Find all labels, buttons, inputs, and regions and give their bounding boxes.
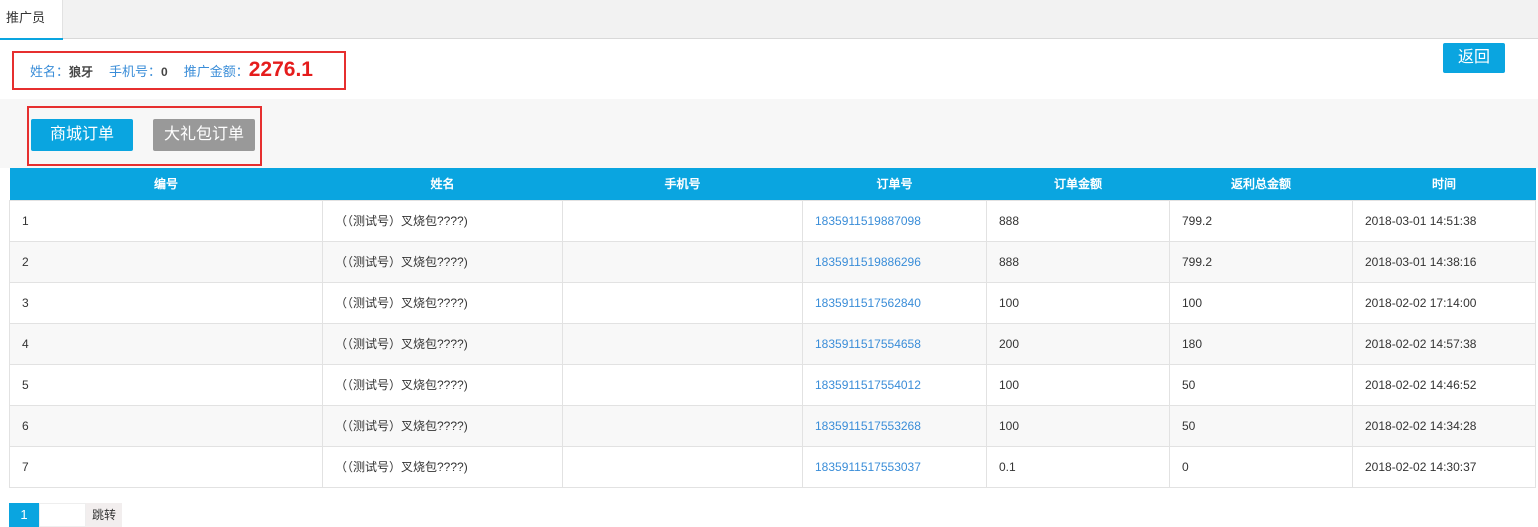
cell-time: 2018-02-02 14:34:28 [1352, 404, 1536, 447]
cell-name: （（测试号）叉烧包????) [322, 445, 563, 488]
cell-rebate-total: 180 [1169, 322, 1353, 365]
cell-phone [562, 281, 803, 324]
table-row: 1 （（测试号）叉烧包????) 1835911519887098 888 79… [9, 199, 1536, 242]
col-header-name: 姓名 [430, 177, 455, 192]
cell-phone [562, 445, 803, 488]
table-row: 3 （（测试号）叉烧包????) 1835911517562840 100 10… [9, 281, 1536, 324]
pagination: 1 跳转 [9, 503, 122, 527]
amount-value: 2276.1 [248, 58, 313, 81]
col-header-order-amount: 订单金额 [1053, 177, 1102, 192]
cell-order-no[interactable]: 1835911517553268 [802, 404, 987, 447]
back-button[interactable]: 返回 [1443, 43, 1505, 73]
table-row: 4 （（测试号）叉烧包????) 1835911517554658 200 18… [9, 322, 1536, 365]
cell-order-amount: 100 [986, 363, 1170, 406]
cell-time: 2018-02-02 14:57:38 [1352, 322, 1536, 365]
cell-id: 5 [9, 363, 323, 406]
amount-label: 推广金额： [183, 64, 249, 79]
tab-promoter[interactable]: 推广员 [0, 0, 63, 40]
cell-id: 4 [9, 322, 323, 365]
cell-name: （（测试号）叉烧包????) [322, 322, 563, 365]
name-label: 姓名： [30, 64, 70, 79]
mall-orders-button[interactable]: 商城订单 [31, 119, 133, 151]
cell-order-no[interactable]: 1835911519886296 [802, 240, 987, 283]
cell-order-amount: 100 [986, 281, 1170, 324]
cell-rebate-total: 0 [1169, 445, 1353, 488]
cell-id: 3 [9, 281, 323, 324]
cell-phone [562, 322, 803, 365]
cell-time: 2018-02-02 14:46:52 [1352, 363, 1536, 406]
cell-phone [562, 404, 803, 447]
cell-name: （（测试号）叉烧包????) [322, 199, 563, 242]
cell-order-no[interactable]: 1835911517554658 [802, 322, 987, 365]
cell-order-no[interactable]: 1835911517554012 [802, 363, 987, 406]
cell-phone [562, 240, 803, 283]
cell-id: 6 [9, 404, 323, 447]
cell-name: （（测试号）叉烧包????) [322, 404, 563, 447]
cell-phone [562, 363, 803, 406]
cell-time: 2018-02-02 14:30:37 [1352, 445, 1536, 488]
cell-id: 7 [9, 445, 323, 488]
tab-bar: 推广员 [0, 0, 1538, 40]
cell-phone [562, 199, 803, 242]
cell-rebate-total: 100 [1169, 281, 1353, 324]
cell-time: 2018-03-01 14:51:38 [1352, 199, 1536, 242]
table-row: 5 （（测试号）叉烧包????) 1835911517554012 100 50… [9, 363, 1536, 406]
cell-name: （（测试号）叉烧包????) [322, 281, 563, 324]
col-header-time: 时间 [1431, 177, 1456, 192]
table-row: 2 （（测试号）叉烧包????) 1835911519886296 888 79… [9, 240, 1536, 283]
cell-order-no[interactable]: 1835911517562840 [802, 281, 987, 324]
cell-id: 2 [9, 240, 323, 283]
col-header-phone: 手机号 [664, 177, 701, 192]
table-row: 7 （（测试号）叉烧包????) 1835911517553037 0.1 0 … [9, 445, 1536, 488]
table-row: 6 （（测试号）叉烧包????) 1835911517553268 100 50… [9, 404, 1536, 447]
cell-rebate-total: 799.2 [1169, 199, 1353, 242]
cell-name: （（测试号）叉烧包????) [322, 240, 563, 283]
cell-order-amount: 100 [986, 404, 1170, 447]
cell-name: （（测试号）叉烧包????) [322, 363, 563, 406]
cell-rebate-total: 50 [1169, 404, 1353, 447]
col-header-order-no: 订单号 [876, 177, 913, 192]
cell-order-amount: 888 [986, 240, 1170, 283]
phone-label: 手机号： [109, 64, 162, 79]
gift-orders-button[interactable]: 大礼包订单 [153, 119, 255, 151]
cell-time: 2018-02-02 17:14:00 [1352, 281, 1536, 324]
col-header-id: 编号 [153, 177, 178, 192]
cell-id: 1 [9, 199, 323, 242]
cell-order-amount: 888 [986, 199, 1170, 242]
phone-value: 0 [161, 65, 168, 79]
cell-rebate-total: 50 [1169, 363, 1353, 406]
name-value: 狼牙 [69, 65, 94, 79]
cell-order-amount: 200 [986, 322, 1170, 365]
table-header-row: 编号 姓名 手机号 订单号 订单金额 返利总金额 时间 [9, 168, 1536, 200]
promoter-info: 姓名： 狼牙 手机号： 0 推广金额： 2276.1 [30, 58, 313, 84]
cell-rebate-total: 799.2 [1169, 240, 1353, 283]
col-header-rebate-total: 返利总金额 [1230, 177, 1291, 192]
page-jump-input[interactable] [39, 503, 86, 527]
orders-table: 编号 姓名 手机号 订单号 订单金额 返利总金额 时间 1 （（测试号）叉烧包?… [9, 168, 1536, 488]
cell-order-no[interactable]: 1835911517553037 [802, 445, 987, 488]
jump-button[interactable]: 跳转 [86, 503, 122, 527]
cell-time: 2018-03-01 14:38:16 [1352, 240, 1536, 283]
cell-order-amount: 0.1 [986, 445, 1170, 488]
page-1-button[interactable]: 1 [9, 503, 39, 527]
cell-order-no[interactable]: 1835911519887098 [802, 199, 987, 242]
